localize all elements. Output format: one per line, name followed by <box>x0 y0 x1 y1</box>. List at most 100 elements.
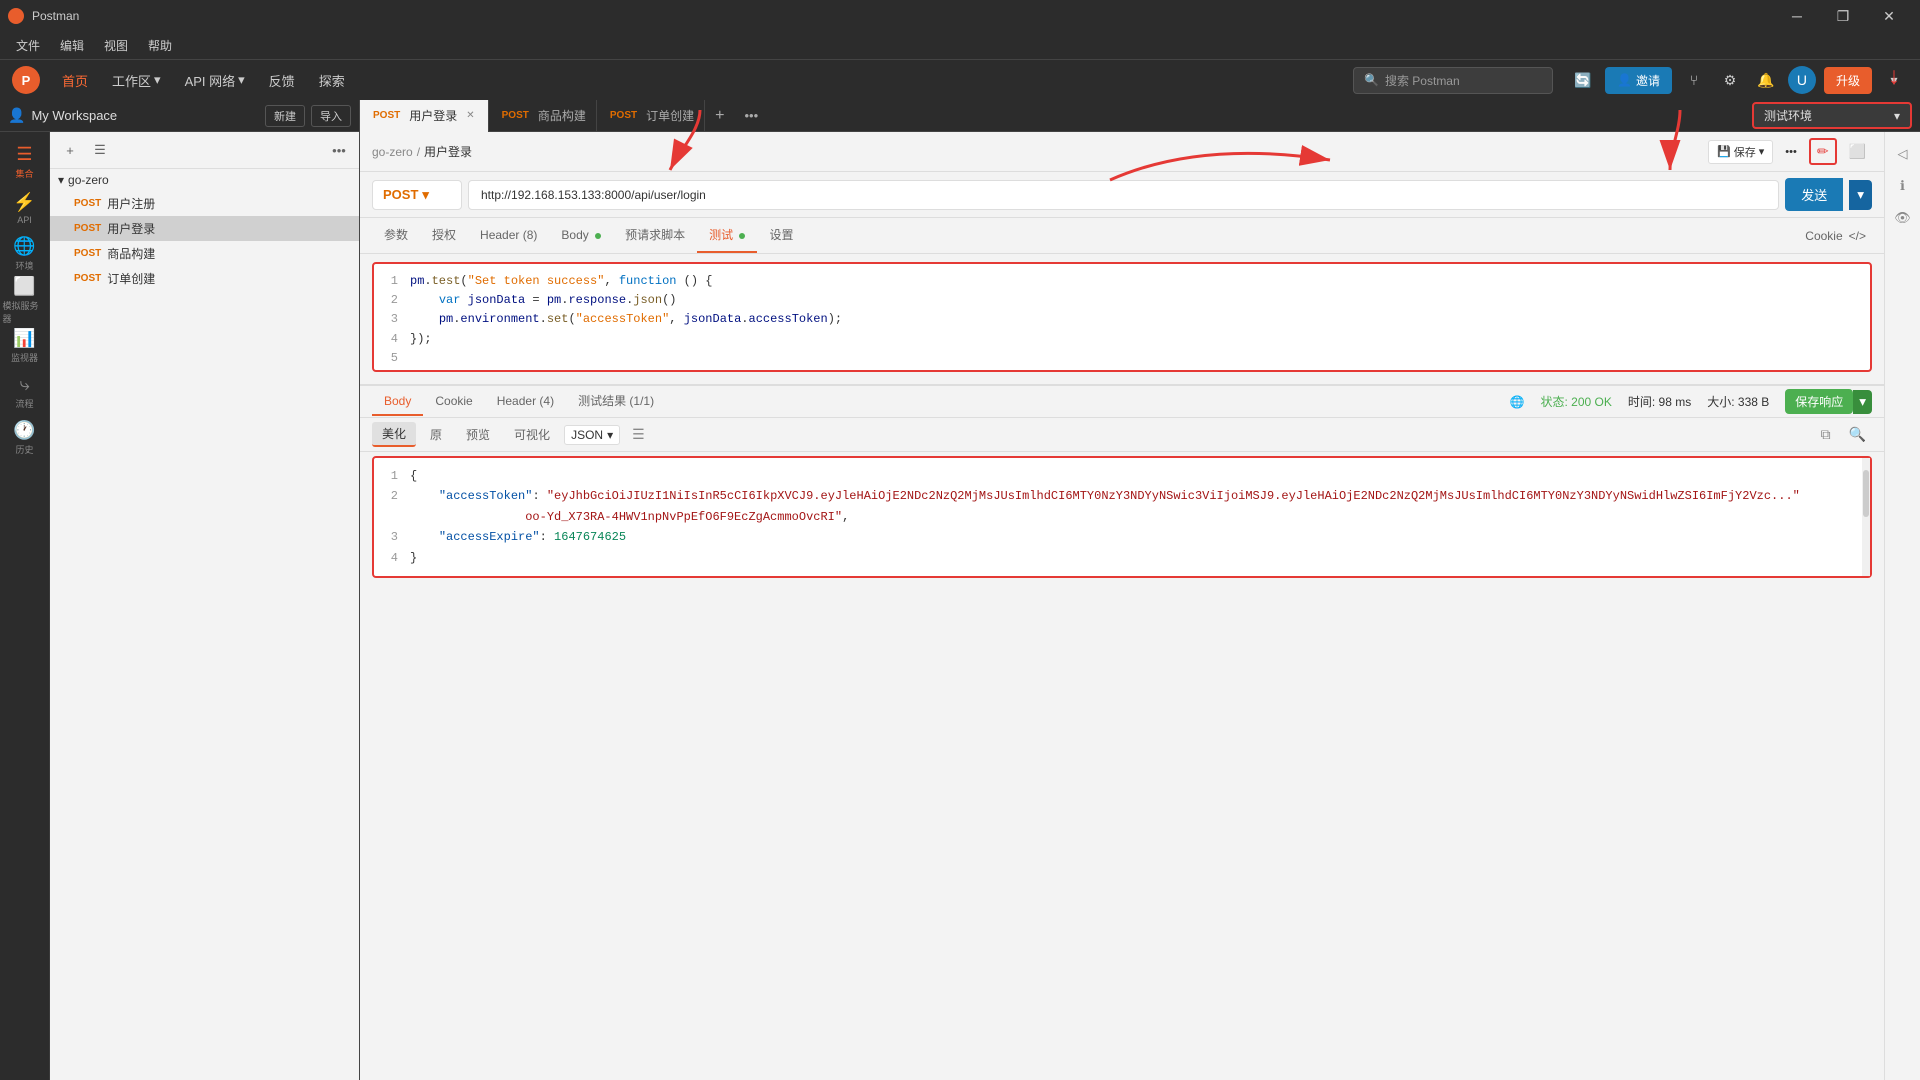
resp-tab-testresult[interactable]: 测试结果 (1/1) <box>566 386 666 417</box>
tab-product-build[interactable]: POST 商品构建 <box>489 100 597 132</box>
env-selector[interactable]: 测试环境 ▾ ↑ <box>1752 102 1912 129</box>
sidebar-icon-env[interactable]: 🌐 环境 <box>3 232 47 276</box>
sidebar-icon-flow[interactable]: ⤷ 流程 <box>3 370 47 414</box>
menu-view[interactable]: 视图 <box>96 34 136 57</box>
menu-file[interactable]: 文件 <box>8 34 48 57</box>
save-response-btn[interactable]: 保存响应 <box>1785 389 1853 414</box>
nav-search[interactable]: 🔍 搜索 Postman <box>1353 67 1553 94</box>
json-line-2: 2 "accessToken": "eyJhbGciOiJIUzI1NiIsIn… <box>382 486 1862 506</box>
collection-go-zero[interactable]: ▾ go-zero <box>50 169 359 191</box>
tab-order-create[interactable]: POST 订单创建 <box>597 100 705 132</box>
minimize-button[interactable]: ─ <box>1774 0 1820 32</box>
title-bar: Postman ─ ❐ ✕ <box>0 0 1920 32</box>
sidebar-add-btn[interactable]: + <box>58 138 82 162</box>
save-button[interactable]: 💾保存▾ <box>1708 140 1773 164</box>
resp-tab-cookie[interactable]: Cookie <box>423 388 484 416</box>
import-button[interactable]: 导入 <box>311 105 351 127</box>
right-panel-btn[interactable]: ◁ <box>1889 140 1917 168</box>
json-line-2b: oo-Yd_X73RA-4HWV1npNvPpEfO6F9EcZgAcmmoOv… <box>382 507 1862 527</box>
nav-api[interactable]: API 网络 ▾ <box>175 67 255 94</box>
nav-feedback[interactable]: 反馈 <box>259 67 305 94</box>
send-dropdown[interactable]: ▾ <box>1849 180 1872 210</box>
fmt-raw[interactable]: 原 <box>420 423 452 446</box>
nav-home[interactable]: 首页 <box>52 67 98 94</box>
right-info-btn[interactable]: ℹ <box>1889 172 1917 200</box>
search-icon: 🔍 <box>1364 73 1379 87</box>
edit-button[interactable]: ✏ <box>1809 138 1837 165</box>
menu-bar: 文件 编辑 视图 帮助 <box>0 32 1920 60</box>
menu-edit[interactable]: 编辑 <box>52 34 92 57</box>
req-user-login[interactable]: POST 用户登录 <box>50 216 359 241</box>
cookie-button[interactable]: Cookie <box>1805 229 1842 243</box>
menu-help[interactable]: 帮助 <box>140 34 180 57</box>
filter-icon[interactable]: ☰ <box>624 423 653 446</box>
resp-globe-icon: 🌐 <box>1510 395 1525 409</box>
req-product-build[interactable]: POST 商品构建 <box>50 241 359 266</box>
tab-user-login[interactable]: POST 用户登录 ✕ <box>360 100 489 132</box>
resp-tab-body[interactable]: Body <box>372 388 423 416</box>
json-line-4: 4 } <box>382 548 1862 568</box>
send-button[interactable]: 发送 <box>1785 178 1843 211</box>
close-button[interactable]: ✕ <box>1866 0 1912 32</box>
breadcrumb-parent: go-zero <box>372 145 413 159</box>
url-input[interactable] <box>468 180 1779 210</box>
tab-params[interactable]: 参数 <box>372 218 420 253</box>
settings-icon[interactable]: ⚙ <box>1716 66 1744 94</box>
nav-explore[interactable]: 探索 <box>309 67 355 94</box>
more-button[interactable]: ••• <box>1779 143 1803 161</box>
sidebar-icon-collection[interactable]: ☰ 集合 <box>3 140 47 184</box>
panel-button[interactable]: ⬜ <box>1843 140 1872 163</box>
tab-method-post: POST <box>607 109 640 122</box>
new-button[interactable]: 新建 <box>265 105 305 127</box>
sidebar-icon-monitor[interactable]: 📊 监视器 <box>3 324 47 368</box>
tab-more-button[interactable]: ••• <box>734 104 768 127</box>
resp-tab-header[interactable]: Header (4) <box>485 388 566 416</box>
method-dropdown-icon: ▾ <box>422 187 429 203</box>
sync-icon[interactable]: 🔄 <box>1569 66 1597 94</box>
sidebar-filter-btn[interactable]: ☰ <box>88 138 112 162</box>
method-select[interactable]: POST ▾ <box>372 180 462 210</box>
fmt-beautify[interactable]: 美化 <box>372 422 416 447</box>
notification-icon[interactable]: 🔔 <box>1752 66 1780 94</box>
scrollbar-track[interactable] <box>1862 458 1870 576</box>
right-eye-btn[interactable]: 👁 <box>1889 204 1917 232</box>
tab-add-button[interactable]: + <box>705 103 734 129</box>
sidebar-more-btn[interactable]: ••• <box>327 138 351 162</box>
upgrade-button[interactable]: 升级 <box>1824 67 1872 94</box>
tab-headers[interactable]: Header (8) <box>468 220 549 252</box>
response-area: Body Cookie Header (4) 测试结果 (1/1) 🌐 状态: … <box>360 384 1884 1080</box>
sidebar-icon-history[interactable]: 🕐 历史 <box>3 416 47 460</box>
copy-icon[interactable]: ⧉ <box>1815 423 1837 446</box>
search-icon[interactable]: 🔍 <box>1843 423 1872 446</box>
tabs-bar: 👤 My Workspace 新建 导入 POST 用户登录 ✕ POST 商品… <box>0 100 1920 132</box>
req-user-register[interactable]: POST 用户注册 <box>50 191 359 216</box>
code-view-icon[interactable]: </> <box>1843 221 1872 251</box>
user-avatar[interactable]: U <box>1788 66 1816 94</box>
sidebar-icon-api[interactable]: ⚡ API <box>3 186 47 230</box>
json-format-select[interactable]: JSON ▾ <box>564 425 620 445</box>
sidebar-icon-mock[interactable]: ⬜ 模拟服务器 <box>3 278 47 322</box>
fmt-visualize[interactable]: 可视化 <box>504 423 560 446</box>
maximize-button[interactable]: ❐ <box>1820 0 1866 32</box>
invite-button[interactable]: 👤 邀请 <box>1605 67 1672 94</box>
main-area: go-zero / 用户登录 💾保存▾ ••• ✏ ⬜ POST ▾ <box>360 132 1884 1080</box>
code-line-3: 3 pm.environment.set("accessToken", json… <box>382 310 1862 329</box>
tab-auth[interactable]: 授权 <box>420 218 468 253</box>
nav-logo: P <box>12 66 40 94</box>
tab-body[interactable]: Body <box>549 220 613 252</box>
workspace-icon: 👤 <box>8 107 25 124</box>
tab-name: 用户登录 <box>409 107 457 124</box>
sidebar-icon-panel: ☰ 集合 ⚡ API 🌐 环境 ⬜ 模拟服务器 📊 监视器 <box>0 132 50 1080</box>
tab-method-post: POST <box>499 109 532 122</box>
tab-settings[interactable]: 设置 <box>757 218 805 253</box>
expand-icon[interactable]: ▾ <box>1880 66 1908 94</box>
fork-icon[interactable]: ⑂ <box>1680 66 1708 94</box>
req-order-create[interactable]: POST 订单创建 <box>50 266 359 291</box>
tab-tests[interactable]: 测试 <box>697 218 757 253</box>
fmt-preview[interactable]: 预览 <box>456 423 500 446</box>
scrollbar-thumb[interactable] <box>1863 470 1869 517</box>
save-resp-dropdown[interactable]: ▾ <box>1853 390 1872 414</box>
tab-prerequest[interactable]: 预请求脚本 <box>613 218 697 253</box>
tab-close[interactable]: ✕ <box>463 109 477 122</box>
nav-workspace[interactable]: 工作区 ▾ <box>102 67 171 94</box>
